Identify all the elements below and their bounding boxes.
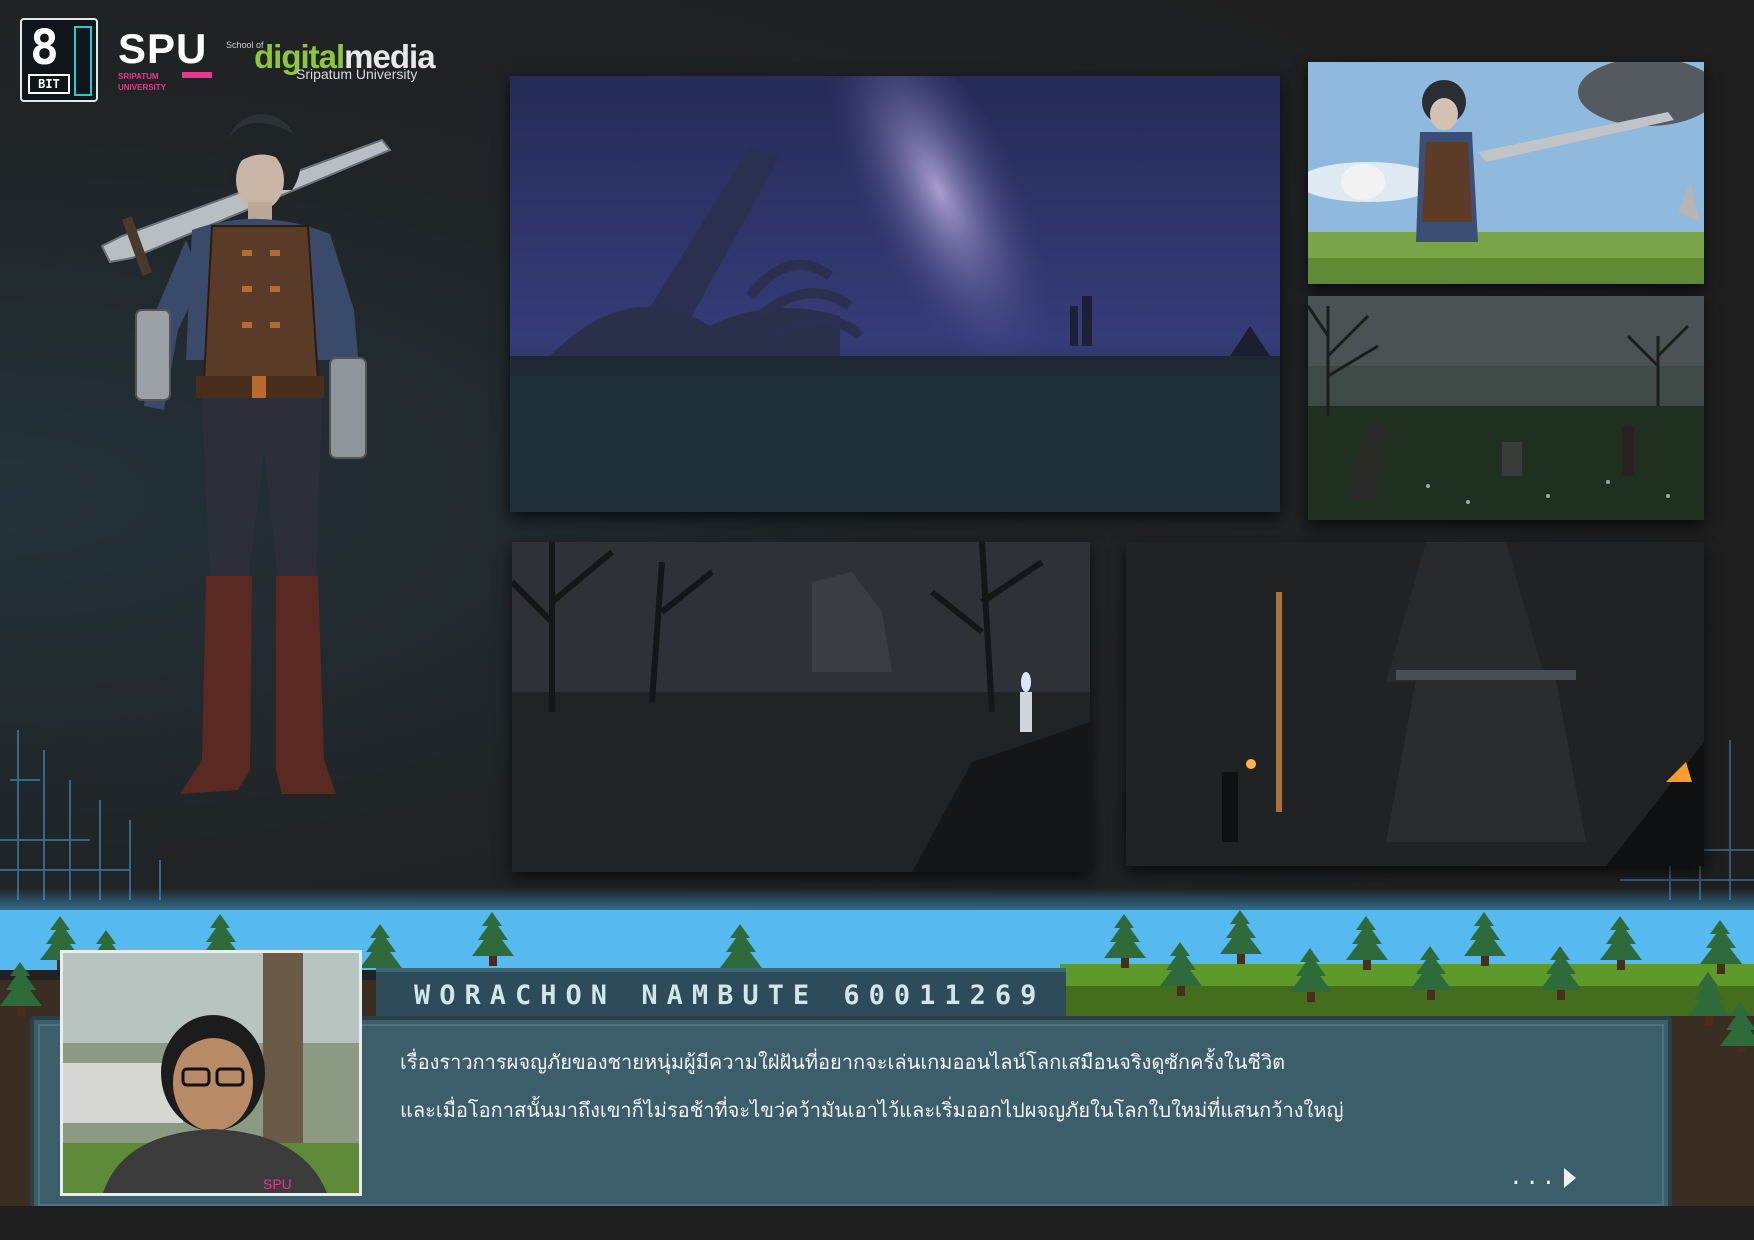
artwork-dark-temple bbox=[1126, 542, 1704, 866]
character-name-bar: WORACHON NAMBUTE 60011269 bbox=[376, 968, 1066, 1022]
artwork-night-sky bbox=[510, 76, 1280, 512]
dark-temple-scene bbox=[1126, 542, 1704, 866]
portrait-shirt-badge: SPU bbox=[263, 1176, 292, 1192]
eight-bit-bar bbox=[74, 26, 92, 96]
dialog-text-line-2: และเมื่อโอกาสนั้นมาถึงเขาก็ไม่รอช้าที่จะ… bbox=[400, 1098, 1344, 1122]
dialog-next-arrow-icon[interactable] bbox=[1564, 1168, 1576, 1188]
name-word-last: NAMBUTE bbox=[641, 980, 819, 1011]
digital-media-university: Sripatum University bbox=[296, 66, 418, 82]
eight-bit-label: BIT bbox=[28, 74, 70, 94]
portrait-illustration: SPU bbox=[63, 953, 359, 1193]
spu-logo-bar bbox=[182, 72, 212, 78]
flooded-ruins-scene bbox=[512, 542, 1090, 872]
page-bottom-band bbox=[0, 1206, 1754, 1240]
portfolio-page: 8 BIT SPU SRIPATUM UNIVERSITY School of … bbox=[0, 0, 1754, 1240]
eight-bit-numeral: 8 bbox=[30, 20, 59, 76]
night-sky-scene bbox=[510, 76, 1280, 512]
daytime-hero-scene bbox=[1308, 62, 1704, 284]
artwork-daytime-hero bbox=[1308, 62, 1704, 284]
digital-media-logo: School of digitalmedia Sripatum Universi… bbox=[224, 38, 436, 88]
eight-bit-logo: 8 BIT bbox=[20, 18, 98, 102]
artwork-flooded-ruins bbox=[512, 542, 1090, 872]
spu-logo-title: SPU bbox=[118, 25, 208, 72]
foggy-field-scene bbox=[1308, 296, 1704, 520]
spu-logo: SPU SRIPATUM UNIVERSITY bbox=[118, 25, 216, 92]
spu-logo-subtitle-2: UNIVERSITY bbox=[118, 83, 167, 92]
artwork-foggy-field bbox=[1308, 296, 1704, 520]
student-id: 60011269 bbox=[843, 980, 1046, 1011]
swordsman-character-illustration bbox=[100, 114, 392, 794]
dialog-text-line-1: เรื่องราวการผจญภัยของชายหนุ่มผู้มีความใฝ… bbox=[400, 1050, 1286, 1074]
student-portrait-photo: SPU bbox=[60, 950, 362, 1196]
character-name-plate: WORACHON NAMBUTE 60011269 bbox=[414, 980, 1045, 1011]
name-word-first: WORACHON bbox=[414, 980, 617, 1011]
dialog-continue-dots[interactable]: ... bbox=[1509, 1165, 1558, 1190]
